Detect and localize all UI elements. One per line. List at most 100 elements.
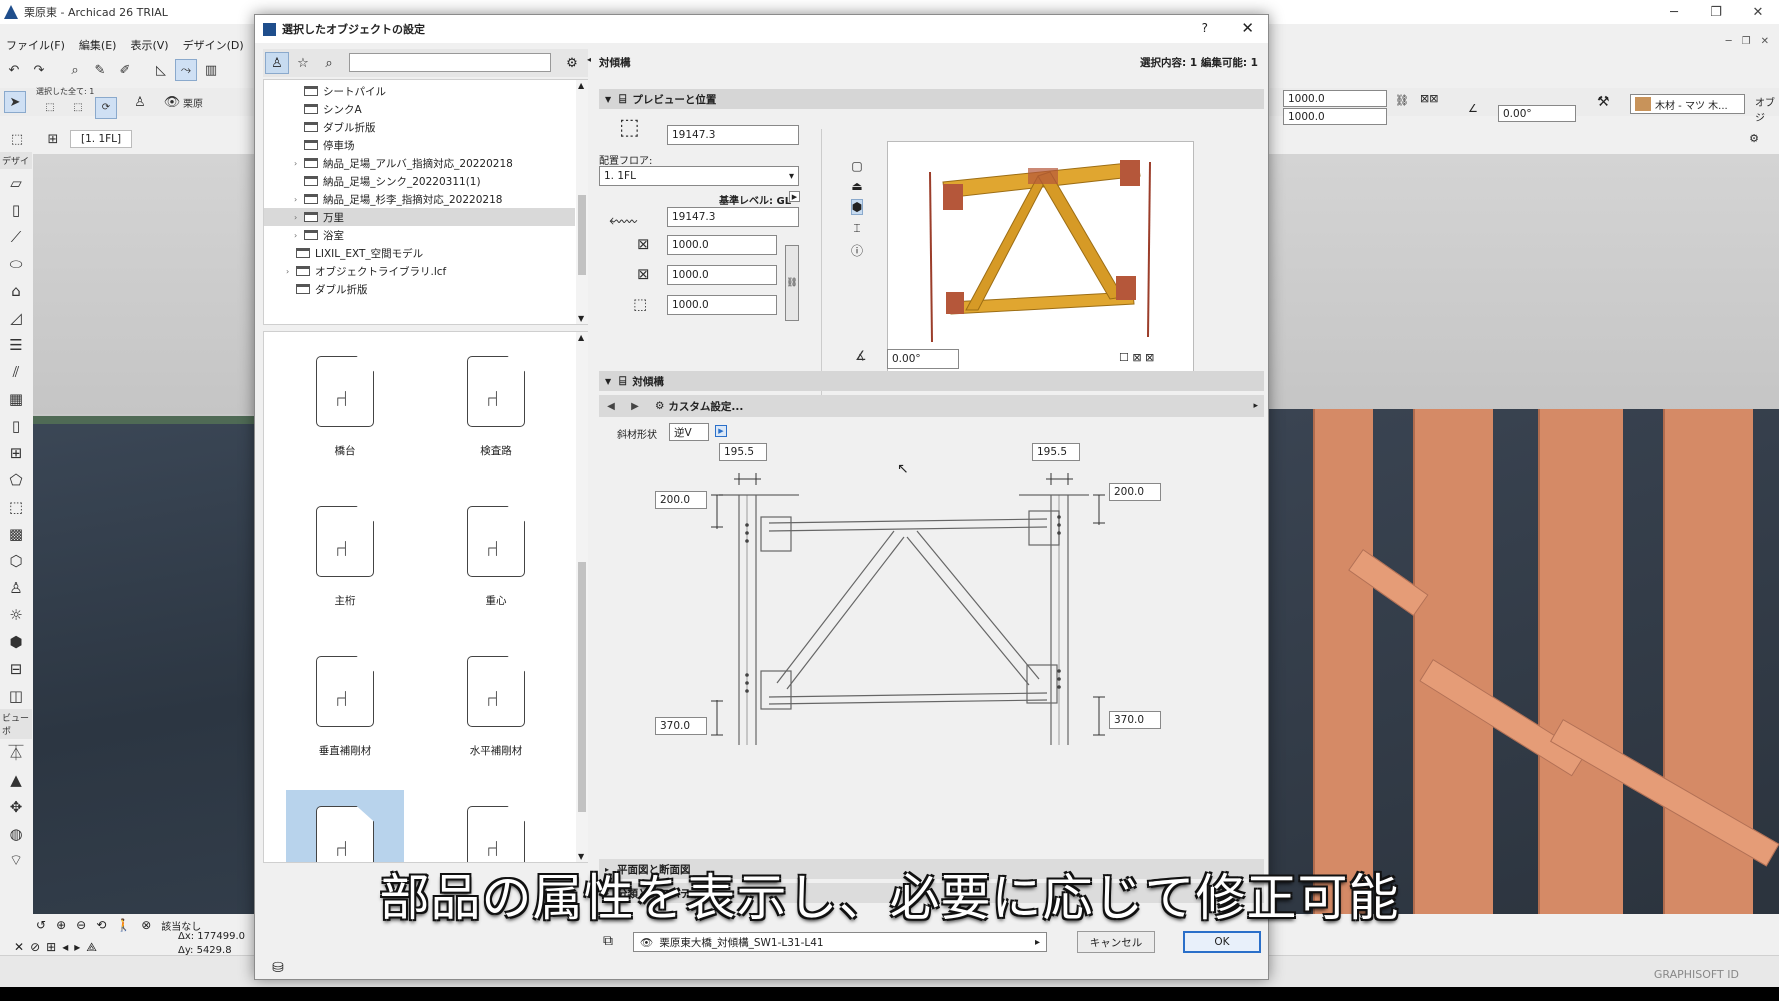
view-options-icon[interactable]: ⚙ (1749, 132, 1759, 145)
ok-button[interactable]: OK (1183, 931, 1261, 953)
step-fwd-icon[interactable]: ▸ (74, 940, 80, 955)
restore-icon[interactable]: ❐ (1695, 0, 1737, 24)
expand-arrow-icon[interactable]: › (294, 159, 304, 168)
library-folder-item[interactable]: LIXIL_EXT_空間モデル (264, 244, 575, 262)
stair-tool-icon[interactable]: ☰ (0, 331, 32, 358)
library-object-item[interactable]: ⑁ 主桁 (286, 490, 404, 608)
step-back-icon[interactable]: ◂ (62, 940, 68, 955)
tree-scroll-up-icon[interactable]: ▲ (578, 81, 584, 90)
view-tab[interactable]: [1. 1FL] (70, 130, 133, 148)
library-folder-item[interactable]: › 浴室 (264, 226, 575, 244)
library-folder-item[interactable]: シートパイル (264, 82, 575, 100)
curtain-wall-icon[interactable]: ▦ (0, 385, 32, 412)
dim-top-left-width[interactable]: 195.5 (719, 443, 767, 461)
pick-up-icon[interactable]: ✎ (89, 59, 111, 81)
dim-top-right-width[interactable]: 195.5 (1032, 443, 1080, 461)
library-manager-icon[interactable]: ⛁ (263, 957, 293, 979)
right-field-2[interactable]: 1000.0 (1283, 108, 1387, 125)
height-input[interactable]: 1000.0 (667, 295, 777, 315)
nav-forward-icon[interactable]: ▶ (623, 401, 647, 412)
library-folder-item[interactable]: 納品_足場_シンク_20220311(1) (264, 172, 575, 190)
elevation-preview-icon[interactable]: ⌶ (853, 221, 860, 236)
redo-icon[interactable]: ↷ (28, 59, 50, 81)
section-preview-icon[interactable]: ⏏ (851, 179, 862, 193)
morph-tool-icon[interactable]: ⬡ (0, 547, 32, 574)
dialog-close-button[interactable]: ✕ (1241, 19, 1254, 37)
roof-tool-icon[interactable]: ⌂ (0, 277, 32, 304)
library-folder-item[interactable]: ダブル折版 (264, 118, 575, 136)
shell-tool-icon[interactable]: ◿ (0, 304, 32, 331)
grid-scroll-up-icon[interactable]: ▲ (578, 333, 584, 342)
mirror-toggle-icons[interactable]: ☐ ⊠ ⊠ (1119, 351, 1154, 364)
door-tool-icon[interactable]: ▯ (0, 412, 32, 439)
menu-file[interactable]: ファイル(F) (6, 37, 65, 53)
mdi-restore-icon[interactable]: ❐ (1742, 36, 1751, 47)
inject-icon[interactable]: ✐ (114, 59, 136, 81)
rotation-input[interactable]: 0.00° (887, 349, 959, 369)
marquee-icon[interactable]: ⬚ (6, 128, 28, 150)
snap-guides-icon[interactable]: ⤳ (175, 59, 197, 81)
menu-view[interactable]: 表示(V) (130, 37, 168, 53)
material-picker[interactable]: 木材 - マツ 木... (1630, 94, 1745, 114)
collapse-library-icon[interactable]: ◂ (587, 55, 591, 64)
library-object-item[interactable]: ⑁ 検査路 (437, 340, 555, 458)
nav-back-icon[interactable]: ◀ (599, 401, 623, 412)
dim-left-bottom-height[interactable]: 370.0 (655, 717, 707, 735)
library-folder-item[interactable]: 停車场 (264, 136, 575, 154)
reference-level-arrow-icon[interactable]: ▶ (789, 191, 800, 202)
search-icon[interactable]: ⌕ (317, 52, 341, 74)
proportion-lock-icon[interactable]: ⛓ (785, 245, 799, 321)
dim-right-bottom-height[interactable]: 370.0 (1109, 711, 1161, 729)
menu-design[interactable]: デザイン(D) (183, 37, 244, 53)
3d-object-icon[interactable]: ⬢ (0, 628, 32, 655)
library-search-input[interactable] (349, 53, 551, 72)
column-tool-icon[interactable]: ▯ (0, 196, 32, 223)
dim-left-top-height[interactable]: 200.0 (655, 491, 707, 509)
wall-tool-icon[interactable]: ▱ (0, 169, 32, 196)
geometry-icon[interactable]: ⊘ (30, 940, 40, 955)
brace-shape-field[interactable]: 逆V (669, 423, 709, 441)
top-elevation-input[interactable]: 19147.3 (667, 125, 799, 145)
help-button[interactable]: ? (1202, 21, 1208, 35)
worksheet-tool-icon[interactable]: ◍ (0, 820, 32, 847)
grid-snap-icon[interactable]: ⊞ (46, 940, 56, 955)
custom-settings-arrow-icon[interactable]: ▸ (1253, 401, 1258, 411)
object-settings-icon[interactable]: ♙ (129, 91, 151, 113)
chain-icon[interactable]: ⛓ (1395, 94, 1409, 107)
library-view-icon[interactable]: ♙ (265, 52, 289, 74)
library-object-item[interactable]: ⑁ 橋台 (286, 340, 404, 458)
mdi-close-icon[interactable]: ✕ (1761, 36, 1769, 47)
library-object-item[interactable]: ⑁ 重心 (437, 490, 555, 608)
eye-icon[interactable]: 👁 (161, 91, 183, 113)
width-input[interactable]: 1000.0 (667, 235, 777, 255)
anchor-icon[interactable]: ⊠⊠ (1420, 92, 1438, 105)
parameters-panel-header[interactable]: ▼ ⌸ 対傾構 (599, 371, 1264, 391)
grid-scroll-thumb[interactable] (578, 562, 586, 812)
zone-tool-icon[interactable]: ⬚ (0, 493, 32, 520)
surface-icon[interactable]: ⚒ (1597, 94, 1610, 110)
info-icon[interactable]: ⓘ (851, 242, 863, 259)
expand-arrow-icon[interactable]: › (294, 231, 304, 240)
menu-edit[interactable]: 編集(E) (79, 37, 117, 53)
arrow-tool-icon[interactable]: ➤ (4, 91, 26, 113)
library-folder-item[interactable]: › 納品_足場_アルバ_指摘対応_20220218 (264, 154, 575, 172)
undo-icon[interactable]: ↶ (3, 59, 25, 81)
minimize-icon[interactable]: ─ (1653, 0, 1695, 24)
gravity-icon[interactable]: ▥ (200, 59, 222, 81)
3d-preview-icon[interactable]: ⬢ (850, 199, 864, 215)
plan-preview-icon[interactable]: ▢ (851, 159, 862, 173)
dim-right-top-height[interactable]: 200.0 (1109, 483, 1161, 501)
grid-scrollbar[interactable]: ▲ ▼ (576, 332, 588, 862)
library-object-item[interactable]: ⑁対傾構 (286, 790, 404, 862)
beam-tool-icon[interactable]: ⟋ (0, 223, 32, 250)
depth-input[interactable]: 1000.0 (667, 265, 777, 285)
mesh-tool-icon[interactable]: ▩ (0, 520, 32, 547)
find-select-icon[interactable]: ⌕ (64, 59, 86, 81)
library-settings-gear-icon[interactable]: ⚙ (560, 52, 584, 74)
elevation-tool-icon[interactable]: ▲ (0, 766, 32, 793)
home-floor-dropdown[interactable]: 1. 1FL (599, 166, 799, 186)
brace-shape-picker-icon[interactable]: ▶ (715, 425, 727, 437)
detail-tool-icon[interactable]: ✥ (0, 793, 32, 820)
graphisoft-id[interactable]: GRAPHISOFT ID (1654, 968, 1739, 981)
slab-tool-icon[interactable]: ⬭ (0, 250, 32, 277)
